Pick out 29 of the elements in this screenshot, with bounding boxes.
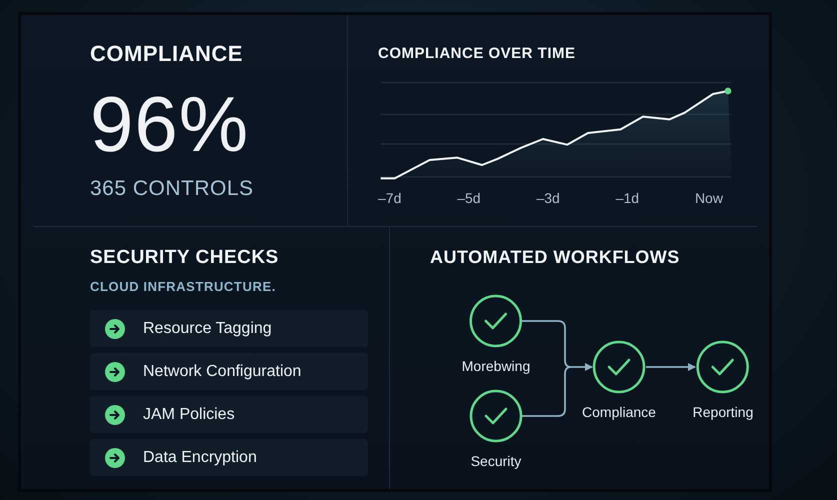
check-circle-icon [592,340,646,394]
axis-label: –7d [378,190,402,206]
check-item[interactable]: Resource Tagging [90,310,368,347]
check-circle-icon [696,340,750,394]
check-item[interactable]: JAM Policies [90,396,368,433]
check-label: Network Configuration [143,362,302,380]
section-title: SECURITY CHECKS [90,247,279,269]
check-label: JAM Policies [143,406,235,424]
check-label: Resource Tagging [143,320,272,338]
check-circle-icon [469,294,523,348]
axis-label: –3d [536,190,560,206]
axis-label: Now [694,190,723,206]
check-item[interactable]: Data Encryption [90,439,368,476]
workflow-step-label: Security [470,453,522,469]
axis-label: –5d [457,190,481,206]
compliance-percentage: 96% [90,85,250,163]
check-label: Data Encryption [143,448,257,466]
workflow-step-label: Reporting [692,404,754,420]
chart-title: COMPLIANCE OVER TIME [378,45,576,62]
check-circle-icon [469,389,523,443]
workflow-step-label: Compliance [582,404,656,420]
arrow-connector [646,363,696,371]
section-title: AUTOMATED WORKFLOWS [430,247,680,268]
compliance-title: COMPLIANCE [90,41,243,67]
workflow-step-label: Morebwing [462,358,530,374]
axis-label: –1d [616,190,640,206]
controls-count: 365 CONTROLS [90,177,254,201]
check-item[interactable]: Network Configuration [90,353,368,390]
section-subtitle: CLOUD INFRASTRUCTURE. [90,279,276,294]
